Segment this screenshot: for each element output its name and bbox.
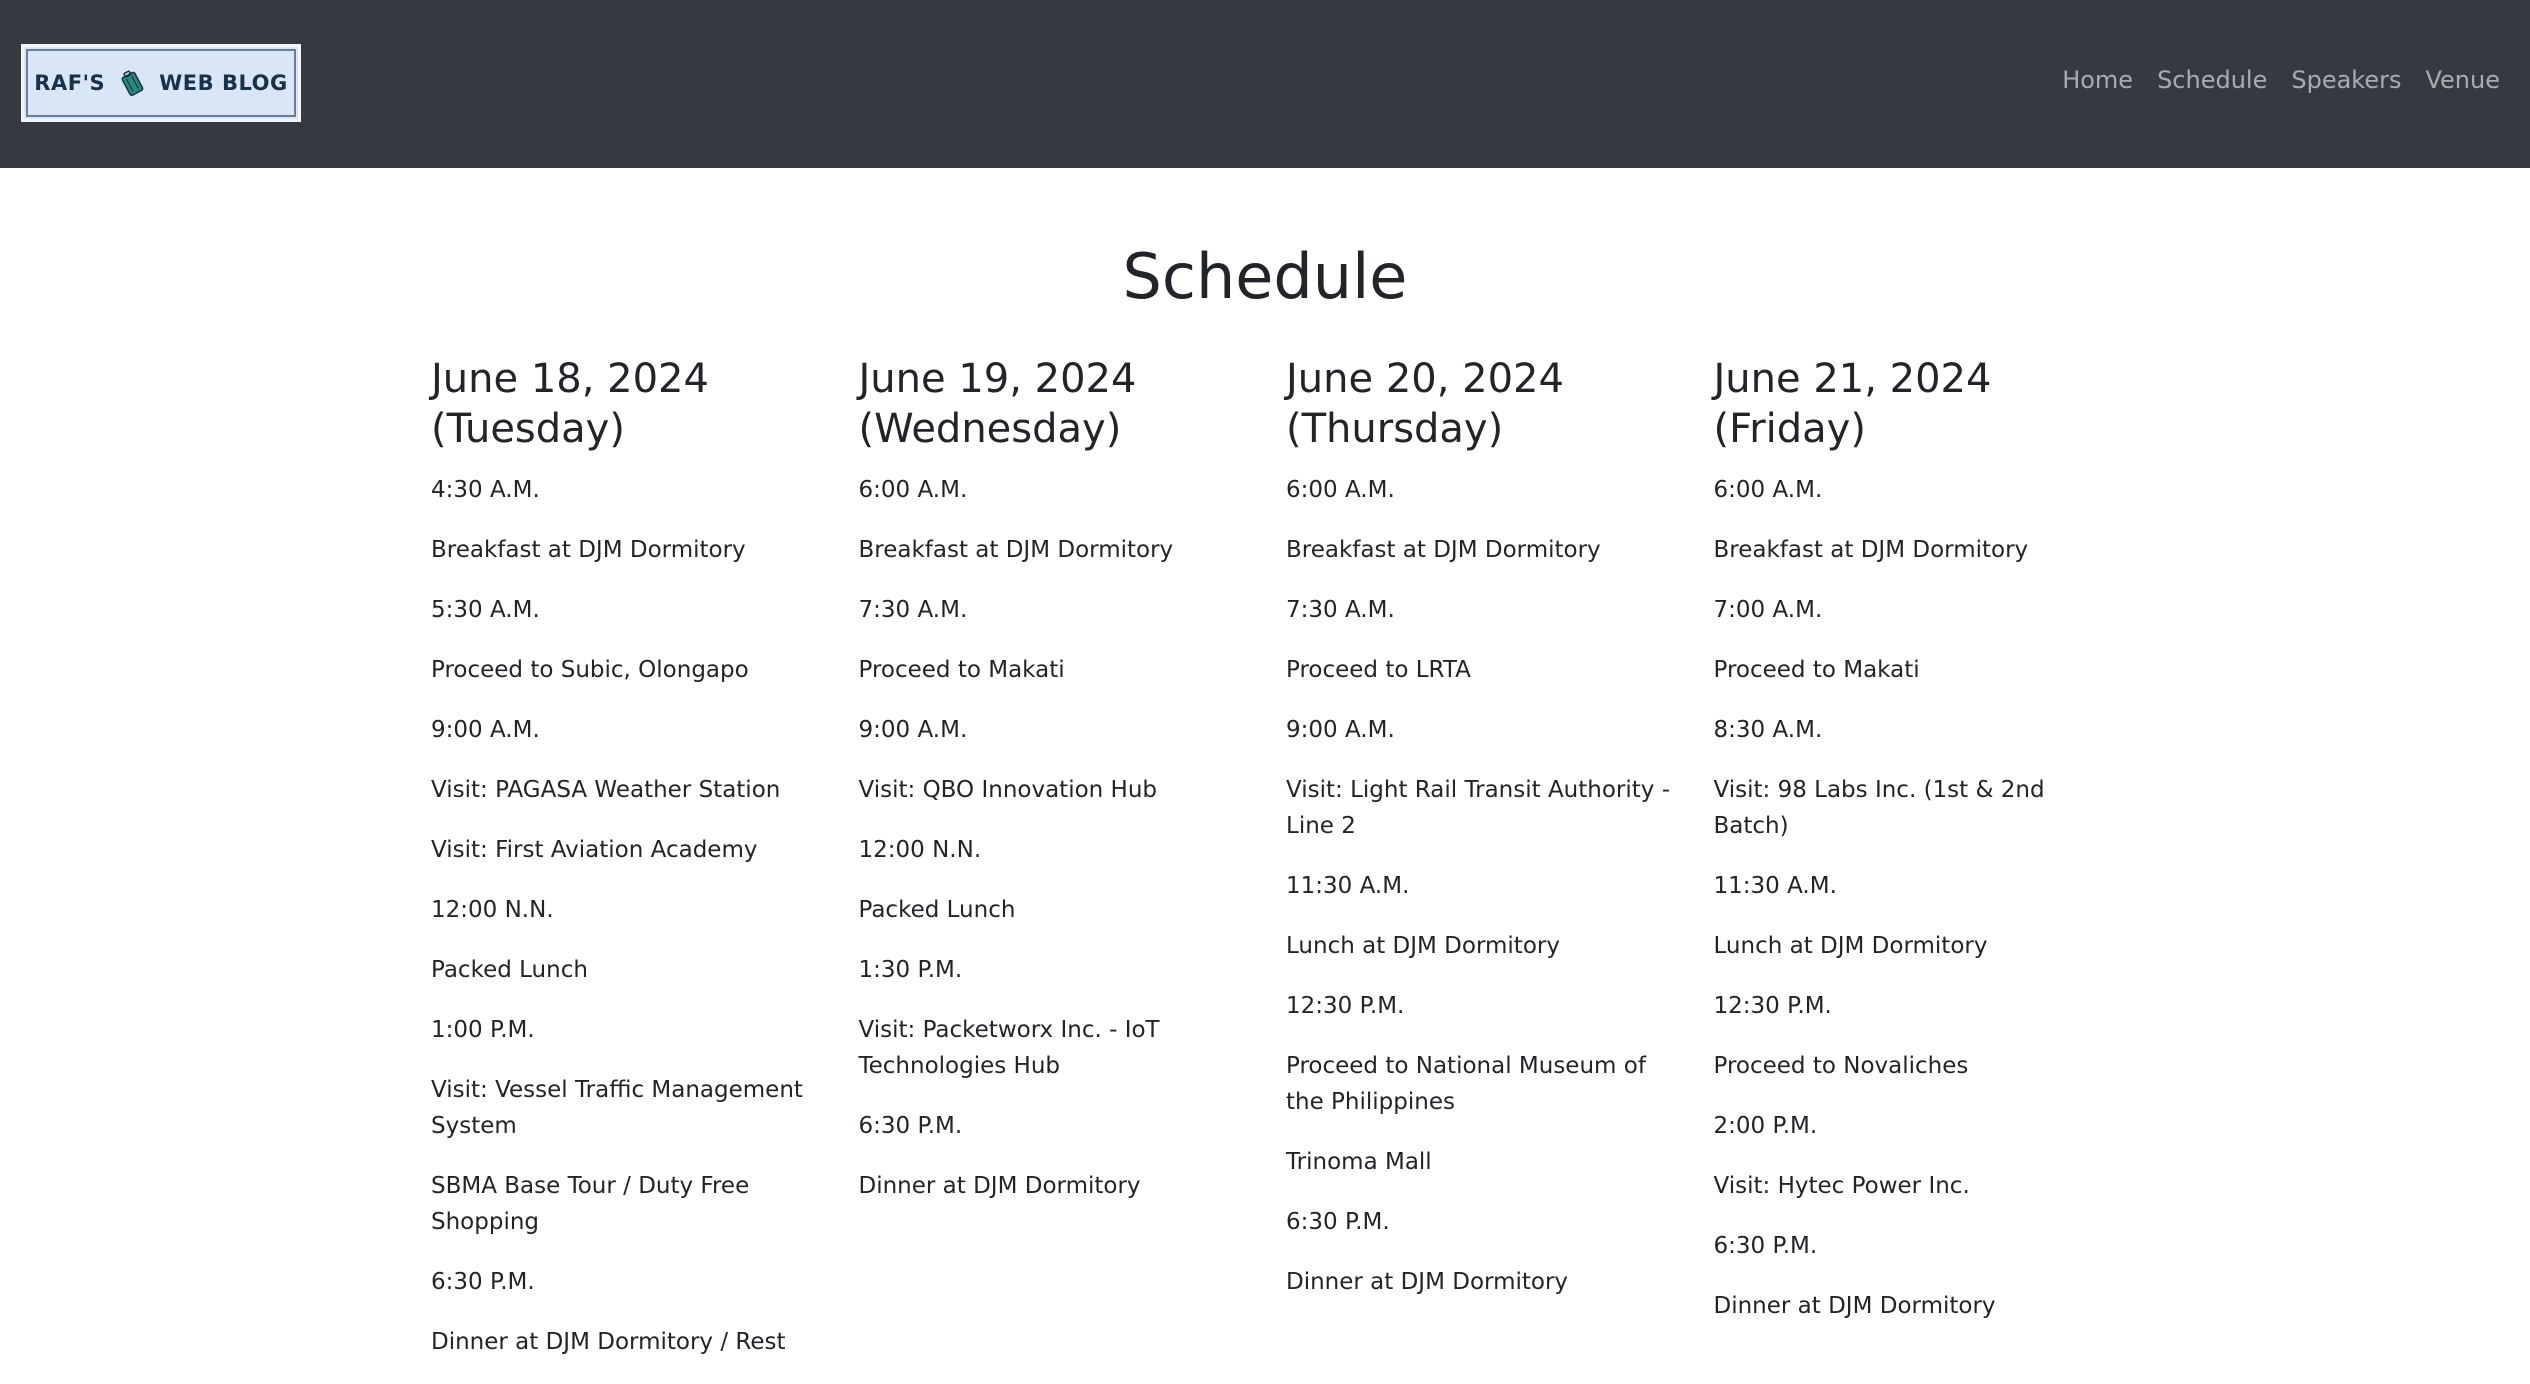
schedule-entry: Packed Lunch <box>431 957 588 983</box>
schedule-entry: Proceed to LRTA <box>1286 657 1471 683</box>
schedule-entry: Lunch at DJM Dormitory <box>1286 933 1560 959</box>
schedule-entry: Dinner at DJM Dormitory / Rest <box>431 1329 786 1355</box>
schedule-entry: Visit: Vessel Traffic Management System <box>431 1077 803 1139</box>
day-column: June 21, 2024 (Friday) 6:00 A.M. Breakfast… <box>1714 354 2142 1384</box>
schedule-entry: Dinner at DJM Dormitory <box>858 1173 1141 1199</box>
nav-link-home[interactable]: Home <box>2062 66 2133 95</box>
schedule-entry: Proceed to Subic, Olongapo <box>431 657 749 683</box>
schedule-entry: Lunch at DJM Dormitory <box>1713 933 1988 959</box>
schedule-entry: 7:30 A.M. <box>1286 597 1395 623</box>
nav-links: Home Schedule Speakers Venue <box>2062 66 2500 95</box>
day-column: June 20, 2024 (Thursday) 6:00 A.M. Breakfa… <box>1286 354 1714 1384</box>
luggage-icon <box>121 70 144 97</box>
nav-link-schedule[interactable]: Schedule <box>2157 66 2267 95</box>
schedule-entry: 7:30 A.M. <box>858 597 968 623</box>
schedule-entry: Visit: Light Rail Transit Authority - Li… <box>1286 777 1671 839</box>
schedule-entry: 9:00 A.M. <box>431 717 540 743</box>
schedule-entry: Proceed to Makati <box>858 657 1065 683</box>
schedule-entry: 6:30 P.M. <box>1713 1233 1818 1259</box>
day-column: June 18, 2024 (Tuesday) 4:30 A.M. Breakfas… <box>431 354 859 1384</box>
brand-logo[interactable]: RAF'S WEB BLOG <box>21 44 301 122</box>
schedule-entry: 2:00 P.M. <box>1713 1113 1818 1139</box>
schedule-entry: 1:00 P.M. <box>431 1017 535 1043</box>
schedule-entry: Breakfast at DJM Dormitory <box>858 537 1174 563</box>
day-title: June 21, 2024 (Friday) <box>1713 356 1992 452</box>
schedule-entry: 11:30 A.M. <box>1286 873 1410 899</box>
schedule-entry: 12:30 P.M. <box>1713 993 1832 1019</box>
brand-text-right: WEB BLOG <box>159 71 288 95</box>
nav-link-venue[interactable]: Venue <box>2425 66 2500 95</box>
day-title: June 20, 2024 (Thursday) <box>1286 356 1564 452</box>
schedule-entry: Proceed to National Museum of the Philip… <box>1286 1053 1646 1115</box>
schedule-entry: 12:00 N.N. <box>431 897 554 923</box>
brand-text-left: RAF'S <box>34 71 106 95</box>
schedule-entry: Packed Lunch <box>858 897 1016 923</box>
schedule-entry: 6:30 P.M. <box>1286 1209 1390 1235</box>
schedule-entry: Proceed to Makati <box>1713 657 1920 683</box>
schedule-entry: 6:00 A.M. <box>1286 477 1395 503</box>
top-navbar: RAF'S WEB BLOG Home Schedule Speakers Ve… <box>0 0 2530 168</box>
schedule-entry: Visit: PAGASA Weather Station <box>431 777 781 803</box>
schedule-entry: 9:00 A.M. <box>858 717 968 743</box>
schedule-entry: SBMA Base Tour / Duty Free Shopping <box>431 1173 750 1235</box>
schedule-entry: Breakfast at DJM Dormitory <box>1713 537 2029 563</box>
schedule-entry: 5:30 A.M. <box>431 597 540 623</box>
schedule-entry: Trinoma Mall <box>1286 1149 1432 1175</box>
schedule-entry: 6:00 A.M. <box>1713 477 1823 503</box>
schedule-entry: Visit: QBO Innovation Hub <box>858 777 1158 803</box>
schedule-entry: Visit: Hytec Power Inc. <box>1713 1173 1970 1199</box>
schedule-entry: 1:30 P.M. <box>858 957 963 983</box>
schedule-entry: Breakfast at DJM Dormitory <box>1286 537 1601 563</box>
schedule-entry: 6:30 P.M. <box>858 1113 963 1139</box>
day-title: June 18, 2024 (Tuesday) <box>431 356 709 452</box>
schedule-grid: June 18, 2024 (Tuesday) 4:30 A.M. Breakfas… <box>431 354 2141 1384</box>
schedule-entry: Proceed to Novaliches <box>1713 1053 1969 1079</box>
schedule-entry: Breakfast at DJM Dormitory <box>431 537 746 563</box>
schedule-entry: 4:30 A.M. <box>431 477 540 503</box>
schedule-entry: Visit: First Aviation Academy <box>431 837 758 863</box>
schedule-entry: 9:00 A.M. <box>1286 717 1395 743</box>
day-title: June 19, 2024 (Wednesday) <box>858 356 1137 452</box>
schedule-entry: Dinner at DJM Dormitory <box>1286 1269 1569 1295</box>
schedule-entry: Dinner at DJM Dormitory <box>1713 1293 1996 1319</box>
page-title: Schedule <box>1122 240 1408 313</box>
schedule-entry: 8:30 A.M. <box>1713 717 1823 743</box>
schedule-entry: Visit: Packetworx Inc. - IoT Technologie… <box>858 1017 1160 1079</box>
nav-link-speakers[interactable]: Speakers <box>2291 66 2401 95</box>
schedule-entry: 12:00 N.N. <box>858 837 982 863</box>
schedule-entry: Visit: 98 Labs Inc. (1st & 2nd Batch) <box>1713 777 2045 839</box>
schedule-entry: 6:30 P.M. <box>431 1269 535 1295</box>
schedule-entry: 7:00 A.M. <box>1713 597 1823 623</box>
day-column: June 19, 2024 (Wednesday) 6:00 A.M. Breakf… <box>859 354 1287 1384</box>
schedule-entry: 6:00 A.M. <box>858 477 968 503</box>
schedule-entry: 11:30 A.M. <box>1713 873 1837 899</box>
schedule-entry: 12:30 P.M. <box>1286 993 1405 1019</box>
